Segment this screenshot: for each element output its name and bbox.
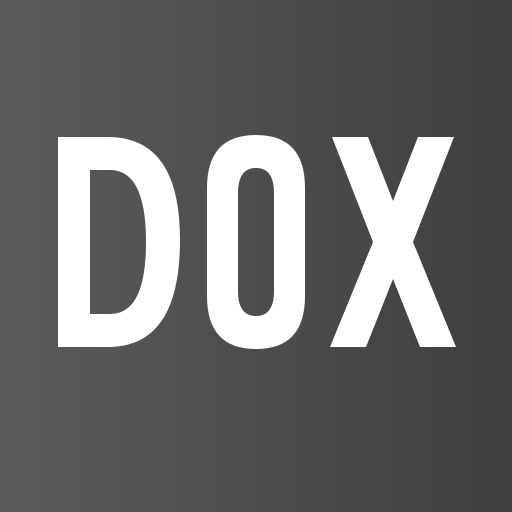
dox-wordmark-logo [58, 135, 456, 349]
letter-d-glyph [58, 137, 180, 347]
wordmark-letters [58, 135, 456, 349]
letter-o-glyph [207, 135, 305, 349]
letter-x-glyph [330, 137, 456, 347]
dox-logo-tile [0, 0, 512, 512]
